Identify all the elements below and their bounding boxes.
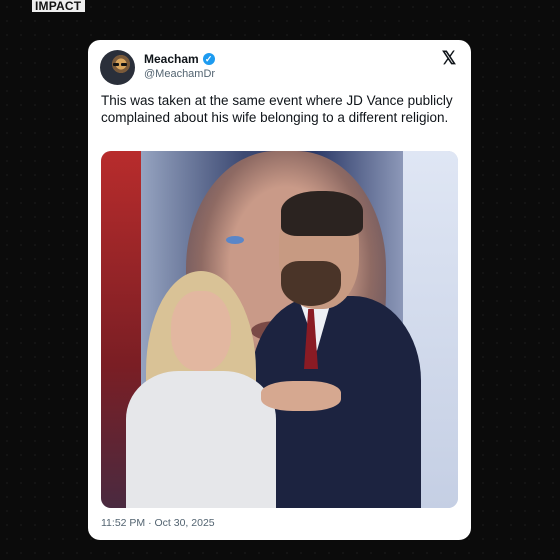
photo-man-hair (281, 191, 363, 236)
author-row: Meacham ✓ (144, 52, 215, 66)
verified-badge-icon: ✓ (202, 53, 215, 65)
brand-logo: IMPACT (32, 0, 86, 12)
avatar[interactable] (100, 50, 135, 85)
tweet-text: This was taken at the same event where J… (101, 93, 453, 125)
avatar-glasses-left (113, 63, 119, 66)
tweet-card[interactable]: Meacham ✓ @MeachamDr 𝕏 This was taken at… (88, 40, 471, 540)
avatar-glasses-right (121, 63, 127, 66)
tweet-photo[interactable] (101, 151, 458, 508)
photo-hand (261, 381, 341, 411)
photo-woman-face (171, 291, 231, 371)
photo-woman-shirt (126, 371, 276, 508)
x-logo-icon[interactable]: 𝕏 (439, 48, 459, 68)
photo-man-beard (281, 261, 341, 306)
tweet-timestamp[interactable]: 11:52 PM · Oct 30, 2025 (101, 517, 215, 529)
author-name[interactable]: Meacham (144, 52, 199, 66)
photo-screen-eye-left (226, 236, 244, 244)
author-handle[interactable]: @MeachamDr (144, 68, 215, 80)
